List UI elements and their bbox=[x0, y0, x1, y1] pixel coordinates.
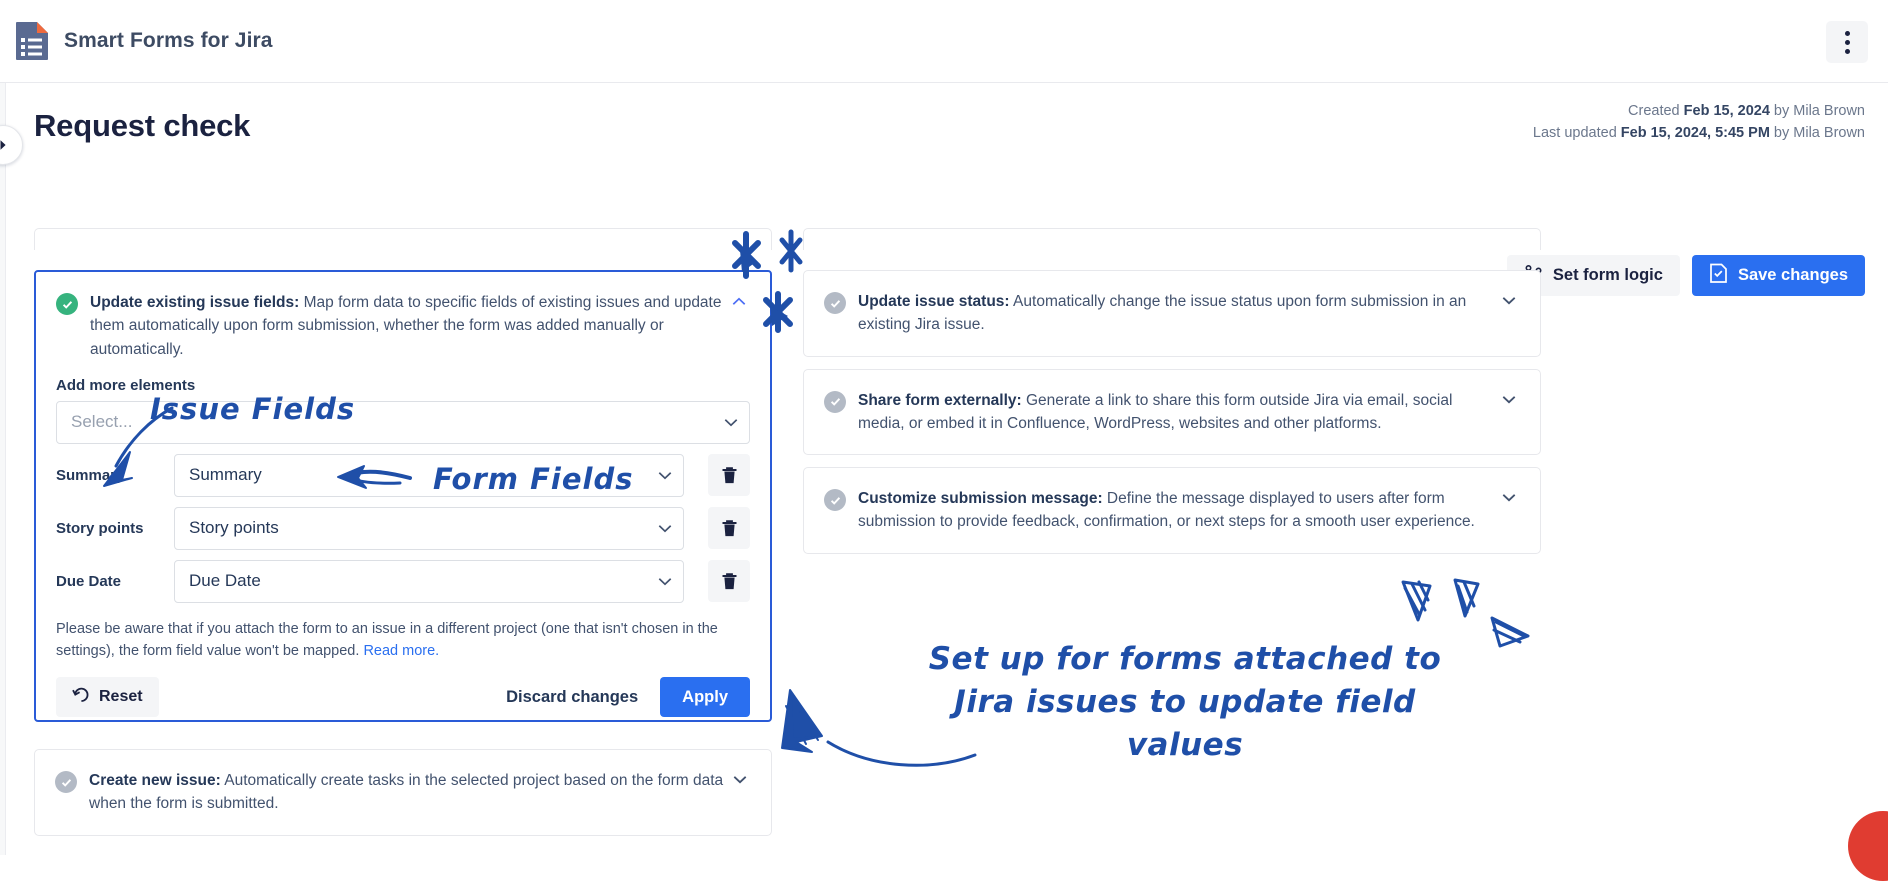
check-circle-filled-grey-icon bbox=[824, 390, 846, 413]
mapping-label: Story points bbox=[56, 519, 144, 537]
more-vertical-icon[interactable] bbox=[1826, 21, 1868, 63]
chevron-down-icon bbox=[658, 508, 672, 549]
app-title: Smart Forms for Jira bbox=[64, 29, 273, 52]
settings-columns: Update existing issue fields: Map form d… bbox=[0, 222, 1888, 855]
chevron-down-icon bbox=[658, 561, 672, 602]
reset-button[interactable]: Reset bbox=[56, 677, 159, 718]
mapping-note: Please be aware that if you attach the f… bbox=[56, 620, 718, 659]
forms-document-icon bbox=[10, 19, 54, 63]
chevron-down-icon[interactable] bbox=[1496, 490, 1522, 534]
card-description: Create new issue: Automatically create t… bbox=[89, 772, 724, 813]
trash-icon[interactable] bbox=[708, 560, 750, 603]
card-description: Customize submission message: Define the… bbox=[858, 490, 1475, 531]
card-description: Update existing issue fields: Map form d… bbox=[90, 294, 722, 358]
card-create-new-issue[interactable]: Create new issue: Automatically create t… bbox=[34, 749, 772, 836]
card-clipped-left[interactable] bbox=[34, 228, 772, 250]
check-circle-filled-grey-icon bbox=[824, 489, 846, 511]
card-share-form-externally[interactable]: Share form externally: Generate a link t… bbox=[803, 368, 1541, 455]
chevron-down-icon bbox=[724, 402, 738, 443]
chevron-down-icon[interactable] bbox=[1496, 293, 1522, 337]
app-header: Smart Forms for Jira bbox=[0, 0, 1888, 83]
mapping-label: Summary bbox=[56, 466, 125, 484]
mapping-label: Due Date bbox=[56, 572, 122, 590]
undo-icon bbox=[72, 686, 90, 709]
field-mapping-row: Due Date Due Date bbox=[56, 559, 750, 603]
page-header: Request check Created Feb 15, 2024 by Mi… bbox=[0, 83, 1888, 314]
card-clipped-right[interactable] bbox=[803, 228, 1541, 250]
card-update-existing-issue-fields[interactable]: Update existing issue fields: Map form d… bbox=[34, 270, 772, 722]
check-circle-filled-grey-icon bbox=[55, 771, 77, 793]
add-more-elements-label: Add more elements bbox=[56, 376, 196, 394]
read-more-link[interactable]: Read more. bbox=[363, 643, 439, 659]
trash-icon[interactable] bbox=[708, 507, 750, 550]
card-update-issue-status[interactable]: Update issue status: Automatically chang… bbox=[803, 270, 1541, 357]
apply-button[interactable]: Apply bbox=[660, 677, 750, 718]
created-line: Created Feb 15, 2024 by Mila Brown bbox=[1628, 103, 1865, 119]
chevron-down-icon bbox=[658, 455, 672, 496]
field-mapping-row: Summary Summary bbox=[56, 453, 750, 497]
mapping-select[interactable]: Story points bbox=[174, 506, 684, 550]
page-title: Request check bbox=[34, 108, 251, 143]
chevron-down-icon[interactable] bbox=[727, 772, 753, 816]
mapping-select[interactable]: Summary bbox=[174, 453, 684, 497]
record-meta: Created Feb 15, 2024 by Mila Brown Last … bbox=[1533, 100, 1865, 145]
check-circle-filled-grey-icon bbox=[824, 292, 846, 314]
card-description: Update issue status: Automatically chang… bbox=[858, 293, 1467, 334]
add-element-select[interactable]: Select... bbox=[56, 400, 750, 444]
card-description: Share form externally: Generate a link t… bbox=[858, 391, 1453, 432]
updated-line: Last updated Feb 15, 2024, 5:45 PM by Mi… bbox=[1532, 125, 1865, 142]
card-customize-submission-message[interactable]: Customize submission message: Define the… bbox=[803, 467, 1541, 554]
field-mapping-row: Story points Story points bbox=[56, 506, 750, 550]
trash-icon[interactable] bbox=[708, 454, 750, 497]
chevron-down-icon[interactable] bbox=[1496, 392, 1522, 436]
check-circle-filled-green-icon bbox=[56, 293, 78, 315]
chevron-up-icon[interactable] bbox=[726, 294, 752, 361]
right-column: Update issue status: Automatically chang… bbox=[803, 270, 1541, 566]
card-header: Update existing issue fields: Map form d… bbox=[36, 272, 770, 361]
discard-changes-button[interactable]: Discard changes bbox=[506, 688, 638, 707]
mapping-select[interactable]: Due Date bbox=[174, 559, 684, 603]
card-footer: Reset Discard changes Apply bbox=[56, 677, 750, 718]
